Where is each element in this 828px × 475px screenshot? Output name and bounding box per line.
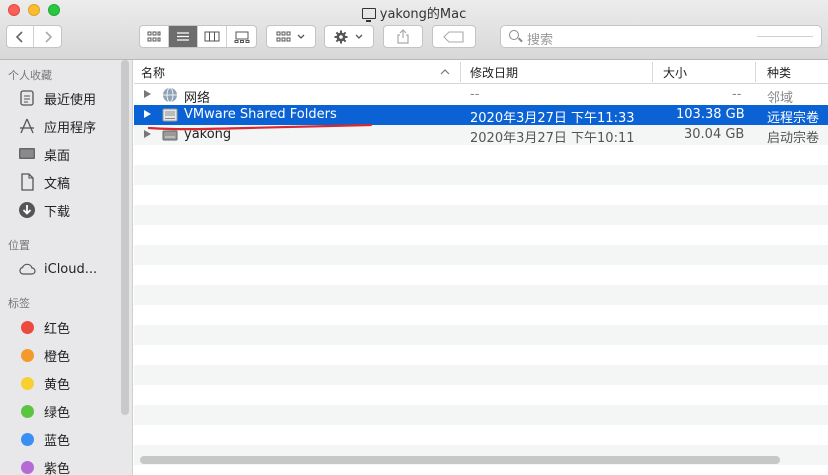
column-date-modified[interactable]: 修改日期 — [470, 64, 518, 81]
tag-color-dot — [21, 460, 34, 474]
file-date: 2020年3月27日 下午10:11 — [470, 131, 635, 146]
tag-icon — [443, 30, 464, 43]
tag-color-dot — [21, 404, 34, 418]
back-button[interactable] — [7, 26, 34, 47]
horizontal-scrollbar[interactable] — [140, 456, 780, 464]
sidebar-item-downloads[interactable]: 下载 — [18, 199, 70, 221]
gallery-view-icon — [234, 31, 249, 43]
file-kind: 邻域 — [767, 91, 794, 106]
desktop-icon — [18, 145, 36, 163]
file-row-network[interactable]: 网络 -- -- 邻域 — [134, 85, 828, 106]
applications-icon — [18, 117, 36, 135]
sidebar-tag-green[interactable]: 绿色 — [18, 400, 70, 422]
red-underline-annotation — [147, 123, 373, 131]
file-kind: 启动宗卷 — [767, 131, 820, 146]
disclosure-triangle-icon[interactable] — [144, 90, 151, 98]
column-view-button[interactable] — [198, 26, 227, 47]
tags-button[interactable] — [432, 25, 476, 48]
share-button[interactable] — [383, 25, 423, 48]
file-size: 103.38 GB — [676, 107, 745, 122]
file-kind: 远程宗卷 — [767, 111, 820, 126]
empty-row — [134, 365, 828, 385]
icon-view-button[interactable] — [140, 26, 169, 47]
column-view-icon — [204, 31, 220, 42]
empty-row — [134, 245, 828, 265]
file-size: 30.04 GB — [684, 127, 745, 142]
empty-row — [134, 285, 828, 305]
empty-row — [134, 325, 828, 345]
list-view-icon — [177, 32, 189, 41]
navigation-buttons — [6, 25, 62, 48]
globe-icon — [163, 87, 177, 103]
finder-window: yakong的Mac 搜索 个人收藏 最近使用 应用程序 桌面 文稿 下载 位置… — [0, 0, 828, 475]
column-kind[interactable]: 种类 — [767, 64, 791, 81]
sidebar-section-tags: 标签 — [8, 297, 30, 310]
download-icon — [18, 201, 36, 219]
forward-button[interactable] — [34, 26, 61, 47]
sidebar-tag-purple[interactable]: 紫色 — [18, 456, 70, 475]
tag-color-dot — [21, 348, 34, 362]
chevron-left-icon — [15, 30, 23, 43]
sidebar-item-desktop[interactable]: 桌面 — [18, 143, 70, 165]
file-date: -- — [470, 87, 480, 102]
group-by-button[interactable] — [266, 25, 316, 48]
sidebar-tag-yellow[interactable]: 黄色 — [18, 372, 70, 394]
sidebar-item-applications[interactable]: 应用程序 — [18, 115, 96, 137]
window-title: yakong的Mac — [0, 3, 828, 22]
disclosure-triangle-icon[interactable] — [144, 110, 151, 118]
view-mode-buttons — [139, 25, 257, 48]
sidebar-scrollbar[interactable] — [121, 60, 129, 415]
group-icon — [276, 31, 305, 42]
gear-icon — [334, 30, 363, 43]
sidebar-section-favorites: 个人收藏 — [8, 69, 52, 82]
tag-color-dot — [21, 376, 34, 390]
gallery-view-button[interactable] — [227, 26, 256, 47]
file-date: 2020年3月27日 下午11:33 — [470, 111, 635, 126]
tag-color-dot — [21, 320, 34, 334]
toolbar: yakong的Mac 搜索 — [0, 0, 828, 60]
search-placeholder: 搜索 — [527, 33, 554, 48]
sidebar-item-icloud[interactable]: iCloud... — [18, 258, 97, 280]
file-name: 网络 — [184, 91, 211, 106]
chevron-right-icon — [44, 30, 52, 43]
tag-color-dot — [21, 432, 34, 446]
documents-icon — [18, 173, 36, 191]
sidebar-tag-blue[interactable]: 蓝色 — [18, 428, 70, 450]
share-icon — [397, 29, 409, 44]
sort-ascending-icon — [440, 69, 450, 75]
column-header: 名称 修改日期 大小 种类 — [134, 60, 828, 84]
empty-row — [134, 405, 828, 425]
search-divider — [757, 36, 813, 37]
column-size[interactable]: 大小 — [663, 64, 687, 81]
cloud-icon — [18, 260, 36, 278]
empty-row — [134, 205, 828, 225]
search-icon — [509, 30, 519, 40]
search-field[interactable]: 搜索 — [500, 25, 822, 48]
recents-icon — [18, 89, 36, 107]
empty-row — [134, 165, 828, 185]
computer-icon — [361, 8, 376, 22]
sidebar-tag-red[interactable]: 红色 — [18, 316, 70, 338]
sidebar-tag-orange[interactable]: 橙色 — [18, 344, 70, 366]
sidebar: 个人收藏 最近使用 应用程序 桌面 文稿 下载 位置 iCloud... 标签 … — [0, 60, 133, 475]
column-name[interactable]: 名称 — [141, 64, 165, 81]
sidebar-section-locations: 位置 — [8, 239, 30, 252]
icon-view-icon — [147, 31, 161, 42]
sidebar-item-documents[interactable]: 文稿 — [18, 171, 70, 193]
file-size: -- — [732, 87, 742, 102]
list-view-button[interactable] — [169, 26, 198, 47]
sidebar-item-recents[interactable]: 最近使用 — [18, 87, 96, 109]
action-menu-button[interactable] — [324, 25, 374, 48]
